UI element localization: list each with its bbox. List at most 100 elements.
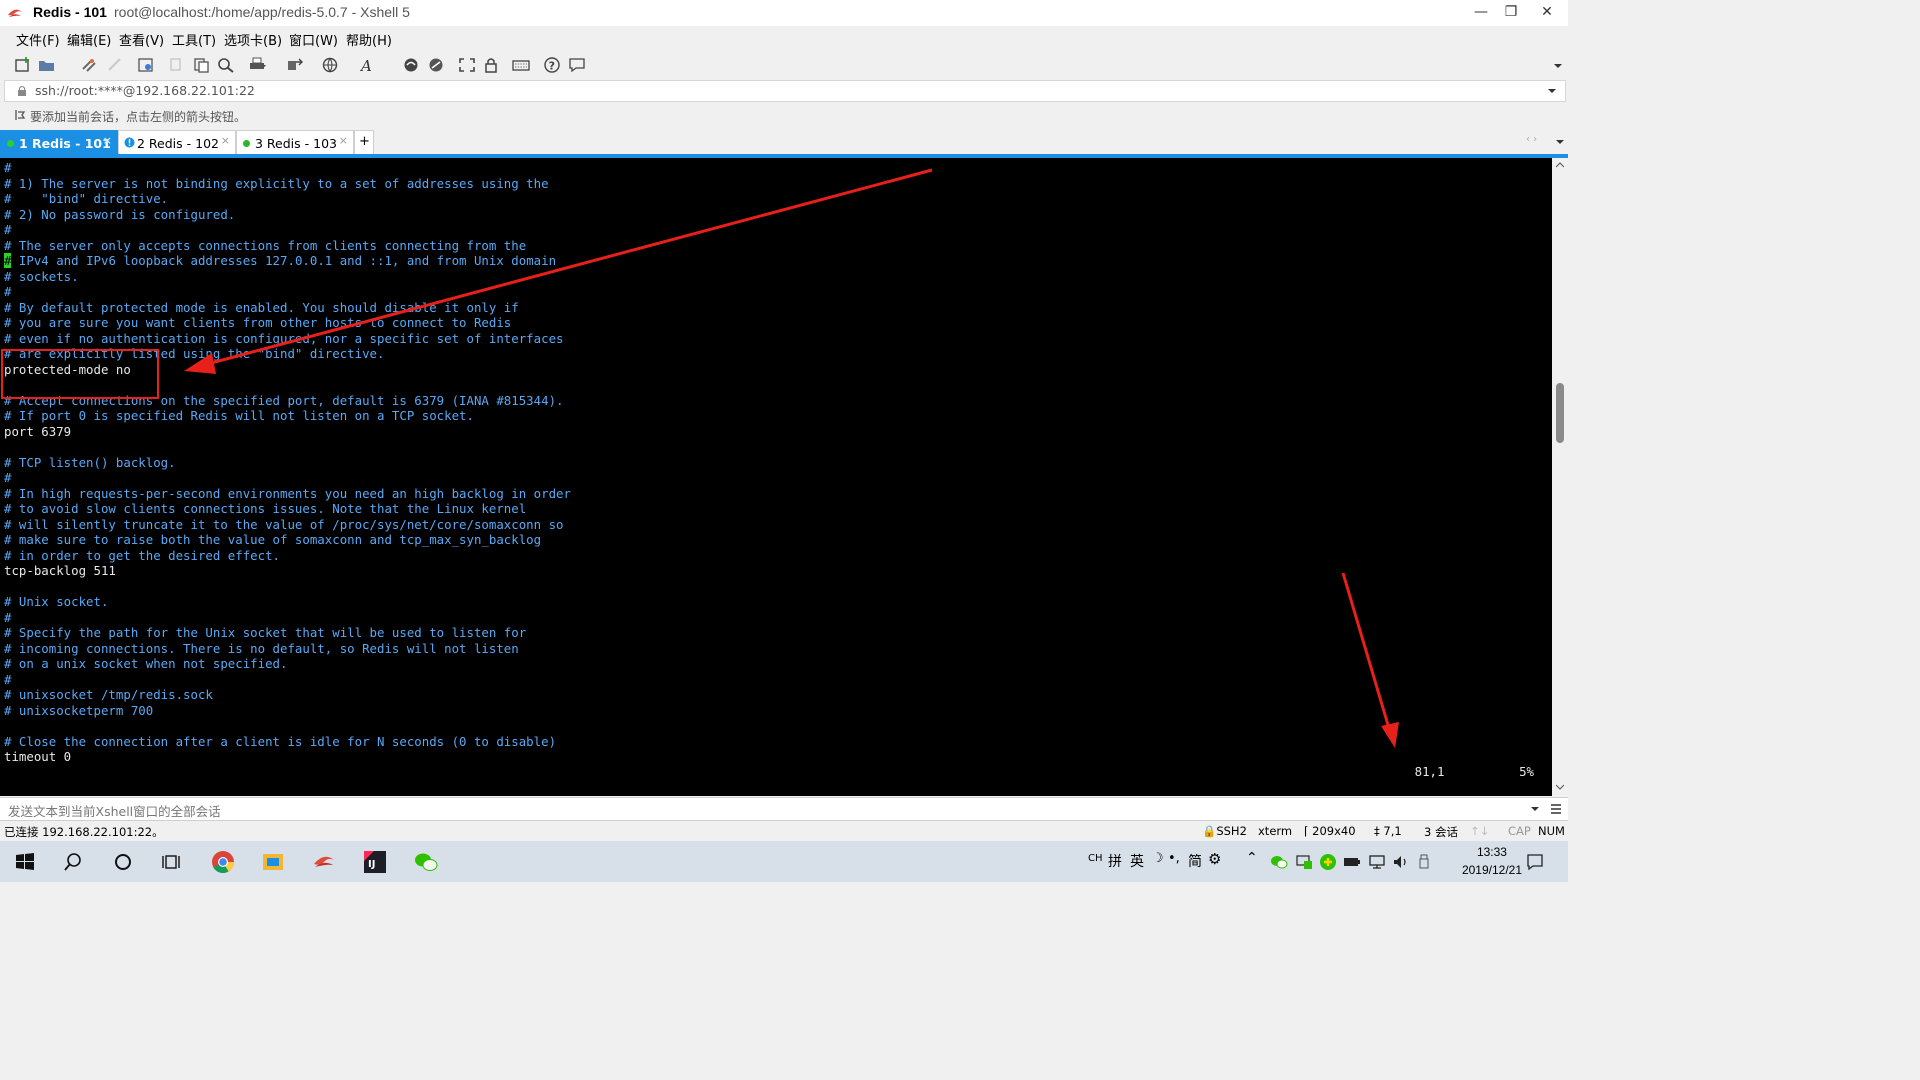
terminal-line: # 2) No password is configured.: [4, 206, 236, 222]
tab-scroll-icon[interactable]: ‹ ›: [1526, 134, 1537, 145]
ime-lang[interactable]: CH: [1088, 853, 1103, 864]
scroll-down-icon[interactable]: [1556, 784, 1564, 790]
address-bar[interactable]: ssh://root:****@192.168.22.101:22: [4, 80, 1566, 102]
menu-tabs[interactable]: 选项卡(B): [224, 30, 282, 49]
wechat-tray-icon[interactable]: [1270, 854, 1288, 870]
tab-redis-102[interactable]: 2 Redis - 102 ×: [118, 130, 236, 155]
ime-english[interactable]: 英: [1130, 851, 1144, 871]
usb-icon[interactable]: [1418, 854, 1430, 870]
terminal-line: # incoming connections. There is no defa…: [4, 640, 519, 656]
close-icon[interactable]: ×: [339, 134, 348, 147]
tray-clock[interactable]: 13:33 2019/12/21: [1462, 845, 1522, 877]
clock-date: 2019/12/21: [1461, 863, 1522, 877]
chevron-down-icon[interactable]: [1548, 87, 1556, 95]
xftp-icon[interactable]: [402, 57, 420, 73]
menu-view[interactable]: 查看(V): [119, 30, 164, 49]
paste-icon[interactable]: [192, 57, 210, 73]
transfer-icon[interactable]: [286, 57, 304, 73]
chat-icon[interactable]: [568, 57, 586, 73]
battery-icon[interactable]: [1343, 855, 1361, 869]
terminal-line: # Unix socket.: [4, 594, 109, 609]
help-icon[interactable]: ?: [543, 57, 561, 73]
font-icon[interactable]: A: [360, 57, 378, 73]
close-icon[interactable]: ×: [103, 134, 112, 147]
compose-input[interactable]: 发送文本到当前Xshell窗口的全部会话: [8, 801, 221, 820]
xshell-taskbar-icon[interactable]: [311, 849, 337, 875]
ime-simplified[interactable]: 简: [1188, 851, 1202, 871]
scroll-up-icon[interactable]: [1556, 162, 1564, 168]
task-view-icon[interactable]: [159, 849, 185, 875]
compose-bar[interactable]: 发送文本到当前Xshell窗口的全部会话: [0, 797, 1568, 821]
menu-window[interactable]: 窗口(W): [289, 30, 338, 49]
intellij-icon[interactable]: IJ: [362, 849, 388, 875]
notification-icon[interactable]: [1526, 853, 1544, 871]
terminal-line: # If port 0 is specified Redis will not …: [4, 408, 474, 423]
fullscreen-icon[interactable]: [458, 57, 476, 73]
restore-button[interactable]: ❐: [1494, 0, 1528, 24]
bookmark-arrow-icon[interactable]: [14, 109, 26, 121]
protocol-status: 🔒SSH2: [1202, 824, 1247, 838]
display-tray-icon[interactable]: [1295, 854, 1313, 870]
print-icon[interactable]: [248, 57, 266, 73]
volume-icon[interactable]: [1392, 854, 1410, 870]
terminal[interactable]: # # 1) The server is not binding explicit…: [0, 158, 1552, 796]
chevron-down-icon[interactable]: [1531, 805, 1539, 813]
ime-punct-icon[interactable]: •,: [1168, 851, 1180, 866]
svg-text:?: ?: [549, 60, 555, 73]
disconnect-icon[interactable]: [106, 57, 124, 73]
terminal-scrollbar[interactable]: [1552, 158, 1568, 796]
hint-text: 要添加当前会话，点击左侧的箭头按钮。: [30, 110, 247, 124]
annotation-highlight-box: [1, 349, 159, 399]
tab-redis-101[interactable]: 1 Redis - 101 ×: [0, 130, 118, 155]
reconnect-icon[interactable]: [80, 57, 98, 73]
wechat-icon[interactable]: [413, 849, 439, 875]
menu-icon[interactable]: [1550, 803, 1562, 815]
chrome-icon[interactable]: [210, 849, 236, 875]
terminal-line: #: [4, 609, 12, 625]
security-tray-icon[interactable]: [1319, 853, 1337, 871]
xmanager-icon[interactable]: [427, 57, 445, 73]
windows-start-icon[interactable]: [12, 849, 38, 875]
open-folder-icon[interactable]: [38, 57, 56, 73]
terminal-type: xterm: [1258, 824, 1293, 838]
title-bar: Redis - 101 root@localhost:/home/app/red…: [0, 0, 1568, 26]
search-icon[interactable]: [60, 849, 86, 875]
menu-file[interactable]: 文件(F): [16, 30, 60, 49]
find-icon[interactable]: [217, 57, 235, 73]
scroll-thumb[interactable]: [1556, 383, 1564, 443]
add-tab-button[interactable]: +: [354, 130, 374, 155]
explorer-icon[interactable]: [260, 849, 286, 875]
menu-edit[interactable]: 编辑(E): [67, 30, 111, 49]
menu-tools[interactable]: 工具(T): [172, 30, 216, 49]
terminal-output[interactable]: # # 1) The server is not binding explicit…: [4, 160, 571, 765]
address-text[interactable]: ssh://root:****@192.168.22.101:22: [35, 83, 255, 98]
toolbar-overflow-icon[interactable]: [1553, 61, 1563, 71]
window-subtitle: root@localhost:/home/app/redis-5.0.7 - X…: [114, 4, 410, 20]
close-icon[interactable]: ×: [221, 134, 230, 147]
tab-label: 2 Redis - 102: [137, 136, 219, 151]
close-button[interactable]: ✕: [1530, 0, 1564, 24]
ime-pinyin[interactable]: 拼: [1108, 851, 1122, 871]
window-title: Redis - 101: [33, 4, 107, 20]
lock-icon[interactable]: [482, 57, 500, 73]
properties-icon[interactable]: [137, 57, 155, 73]
new-session-icon[interactable]: [14, 57, 32, 73]
menu-help[interactable]: 帮助(H): [346, 30, 392, 49]
connection-status: 已连接 192.168.22.101:22。: [4, 825, 164, 839]
connected-status-icon: [7, 140, 14, 147]
menu-bar: 文件(F) 编辑(E) 查看(V) 工具(T) 选项卡(B) 窗口(W) 帮助(…: [0, 27, 1568, 49]
globe-icon[interactable]: [322, 57, 340, 73]
ime-moon-icon[interactable]: ☽: [1152, 851, 1164, 866]
cortana-icon[interactable]: [110, 849, 136, 875]
network-icon[interactable]: [1368, 854, 1386, 870]
copy-icon[interactable]: [168, 57, 186, 73]
minimize-button[interactable]: —: [1464, 0, 1498, 24]
tray-expand-icon[interactable]: ⌃: [1246, 850, 1258, 866]
caps-indicator: CAP: [1508, 824, 1531, 838]
tab-redis-103[interactable]: 3 Redis - 103 ×: [236, 130, 354, 155]
lock-icon: [18, 86, 26, 96]
keyboard-icon[interactable]: [512, 57, 530, 73]
ime-settings-icon[interactable]: ⚙: [1208, 850, 1221, 868]
tab-menu-icon[interactable]: [1556, 138, 1564, 146]
